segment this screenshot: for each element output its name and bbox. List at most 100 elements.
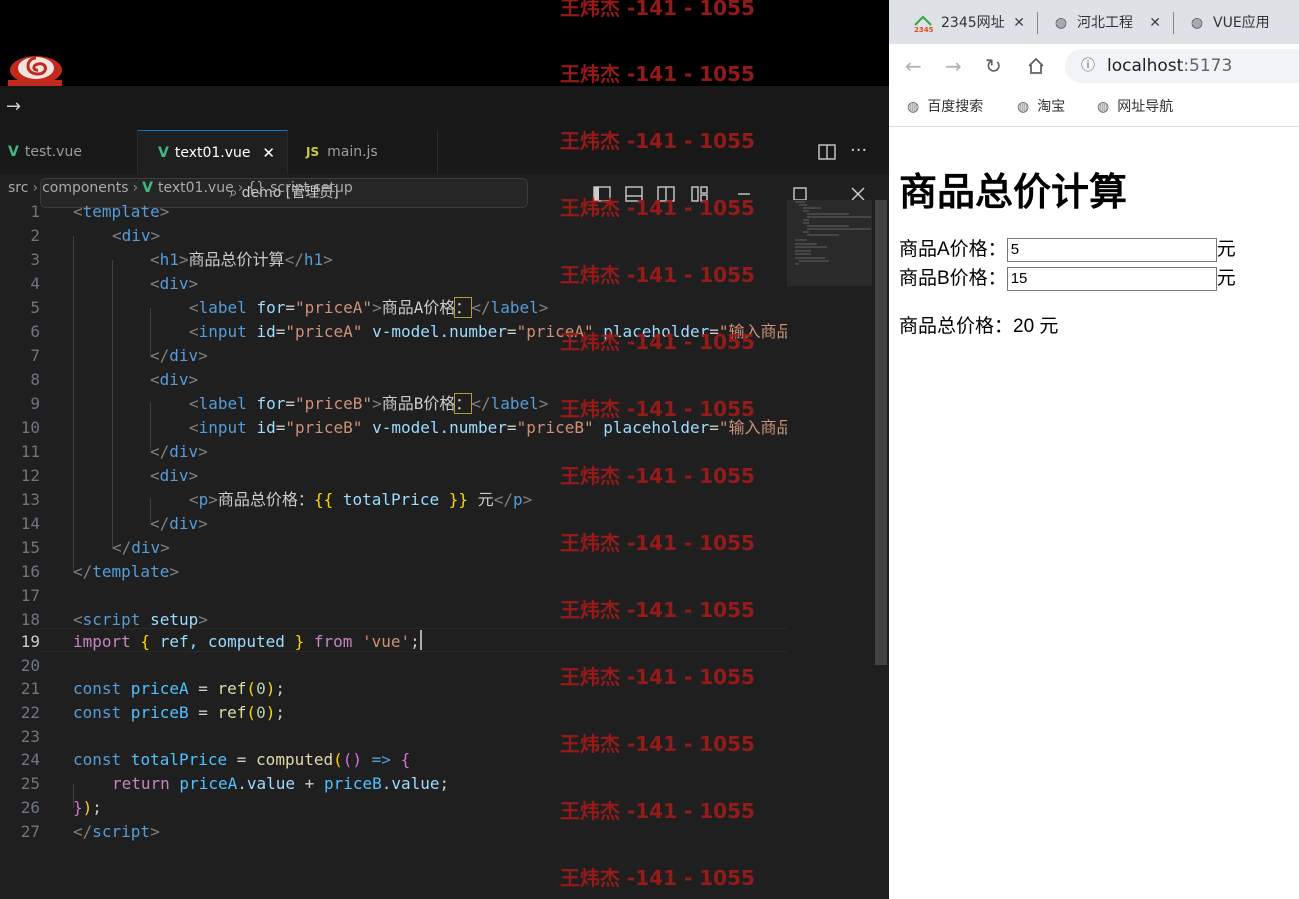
bookmarks-bar: ◍ 百度搜索 ◍ 淘宝 ◍ 网址导航: [889, 88, 1299, 127]
watermark-text: 王炜杰 -141 - 1055: [560, 0, 755, 20]
split-editor-icon[interactable]: [817, 142, 837, 162]
breadcrumb-item[interactable]: text01.vue: [158, 180, 234, 196]
bookmark-baidu[interactable]: ◍ 百度搜索: [907, 88, 983, 126]
minimap-preview: [795, 201, 871, 265]
watermark-text: 王炜杰 -141 - 1055: [560, 799, 755, 823]
price-b-input[interactable]: [1006, 266, 1217, 291]
total-price-row: 商品总价格：20 元: [899, 313, 1058, 341]
line-number: 22: [20, 703, 40, 722]
tab-separator: [1037, 12, 1038, 34]
code-text: </div>: [150, 346, 208, 365]
code-line-25: 25 return priceA.value + priceB.value;: [0, 772, 787, 796]
line-number: 15: [20, 538, 40, 557]
breadcrumb: src › components › Vtext01.vue ›{} script setu…: [0, 176, 353, 200]
code-text: <label for="priceB">商品B价格：</label>: [189, 393, 549, 414]
breadcrumb-item[interactable]: src: [8, 180, 28, 196]
vertical-scrollbar[interactable]: [872, 200, 889, 899]
more-actions-icon[interactable]: ···: [850, 140, 867, 161]
tab-separator: [1173, 12, 1174, 34]
watermark-text: 王炜杰 -141 - 1055: [560, 62, 755, 86]
code-text: </template>: [73, 562, 179, 581]
breadcrumb-item[interactable]: script setup: [270, 180, 353, 196]
globe-icon: ◍: [907, 99, 920, 115]
chevron-right-icon: ›: [32, 180, 39, 196]
braces-icon: {}: [247, 180, 266, 196]
reload-icon[interactable]: ↻: [985, 54, 1002, 78]
browser-tab-vue-app[interactable]: ◍ VUE应用: [1189, 8, 1299, 38]
line-number: 1: [30, 202, 40, 221]
watermark-text: 王炜杰 -141 - 1055: [560, 531, 755, 555]
code-text: });: [73, 798, 102, 817]
watermark-text: 王炜杰 -141 - 1055: [560, 598, 755, 622]
bookmark-label: 网址导航: [1117, 99, 1174, 115]
watermark-text: 王炜杰 -141 - 1055: [560, 330, 755, 354]
line-number: 2: [30, 226, 40, 245]
line-number: 14: [20, 514, 40, 533]
back-arrow-icon[interactable]: ←: [905, 54, 922, 78]
page-title: 商品总价计算: [899, 172, 1128, 214]
vue-file-icon: V: [158, 145, 169, 161]
line-number: 3: [30, 250, 40, 269]
price-a-row: 商品A价格： 元: [899, 236, 1236, 264]
line-number: 24: [20, 750, 40, 769]
vue-file-icon: V: [142, 180, 154, 196]
bookmark-nav[interactable]: ◍ 网址导航: [1097, 88, 1173, 126]
bookmark-taobao[interactable]: ◍ 淘宝: [1017, 88, 1065, 126]
js-file-icon: JS: [306, 145, 320, 159]
browser-tab-strip: 2345 2345网址 ✕ ◍ 河北工程 ✕ ◍ VUE应用: [889, 0, 1299, 44]
breadcrumb-item[interactable]: components: [42, 180, 129, 196]
close-tab-icon[interactable]: ✕: [1013, 8, 1025, 38]
tab-text01-vue[interactable]: Vtext01.vue ✕: [138, 130, 288, 174]
forward-arrow-icon[interactable]: →: [6, 96, 21, 117]
bookmark-label: 百度搜索: [927, 99, 984, 115]
browser-tab-label: 河北工程: [1077, 15, 1133, 31]
text-cursor: [420, 630, 422, 650]
tab-test-vue[interactable]: Vtest.vue: [0, 130, 138, 174]
close-tab-icon[interactable]: ✕: [262, 131, 275, 175]
globe-icon: ◍: [1190, 15, 1204, 31]
vue-file-icon: V: [8, 144, 19, 160]
home-icon[interactable]: [1026, 56, 1046, 76]
address-bar[interactable]: ⓘ localhost:5173: [1065, 49, 1299, 83]
total-price-unit: 元: [1034, 316, 1059, 337]
url-port: :5173: [1183, 56, 1233, 76]
price-a-input[interactable]: [1006, 237, 1217, 262]
watermark-text: 王炜杰 -141 - 1055: [560, 397, 755, 421]
globe-icon: ◍: [1054, 15, 1068, 31]
title-bar: → ⌕ demo [管理员]: [0, 86, 889, 208]
app-logo-icon: [8, 56, 62, 86]
2345-logo-icon: 2345: [914, 15, 934, 34]
watermark-text: 王炜杰 -141 - 1055: [560, 866, 755, 890]
code-line-19: 19 import { ref, computed } from 'vue';: [0, 630, 787, 654]
watermark-text: 王炜杰 -141 - 1055: [560, 263, 755, 287]
price-b-label: 商品B价格：: [899, 268, 1007, 289]
watermark-text: 王炜杰 -141 - 1055: [560, 665, 755, 689]
code-text: </div>: [112, 538, 170, 557]
chevron-right-icon: ›: [237, 180, 244, 196]
watermark-text: 王炜杰 -141 - 1055: [560, 196, 755, 220]
line-number: 26: [20, 798, 40, 817]
code-text: <div>: [150, 466, 199, 485]
code-text: <script setup>: [73, 610, 208, 629]
globe-icon: ◍: [1097, 99, 1110, 115]
line-number: 4: [30, 274, 40, 293]
scrollbar-thumb[interactable]: [875, 200, 887, 665]
line-number: 17: [20, 586, 40, 605]
code-text: const totalPrice = computed(() => {: [73, 750, 411, 769]
line-number: 9: [30, 394, 40, 413]
browser-tab-2345[interactable]: 2345 2345网址 ✕: [913, 8, 1025, 38]
code-text: <label for="priceA">商品A价格：</label>: [189, 297, 549, 318]
line-number: 18: [20, 610, 40, 629]
forward-arrow-icon[interactable]: →: [945, 54, 962, 78]
code-text: </div>: [150, 442, 208, 461]
close-tab-icon[interactable]: ✕: [1149, 8, 1161, 38]
chevron-right-icon: ›: [132, 180, 139, 196]
tab-main-js[interactable]: JS main.js: [288, 130, 438, 174]
vscode-window: → ⌕ demo [管理员] Vtest.vue Vtext01.vue ✕ J…: [0, 0, 889, 899]
browser-tab-hebei[interactable]: ◍ 河北工程 ✕: [1053, 8, 1161, 38]
code-text: const priceA = ref(0);: [73, 679, 285, 698]
watermark-text: 王炜杰 -141 - 1055: [560, 129, 755, 153]
info-icon[interactable]: ⓘ: [1081, 49, 1095, 83]
minimap[interactable]: [787, 200, 872, 899]
globe-icon: ◍: [1017, 99, 1030, 115]
